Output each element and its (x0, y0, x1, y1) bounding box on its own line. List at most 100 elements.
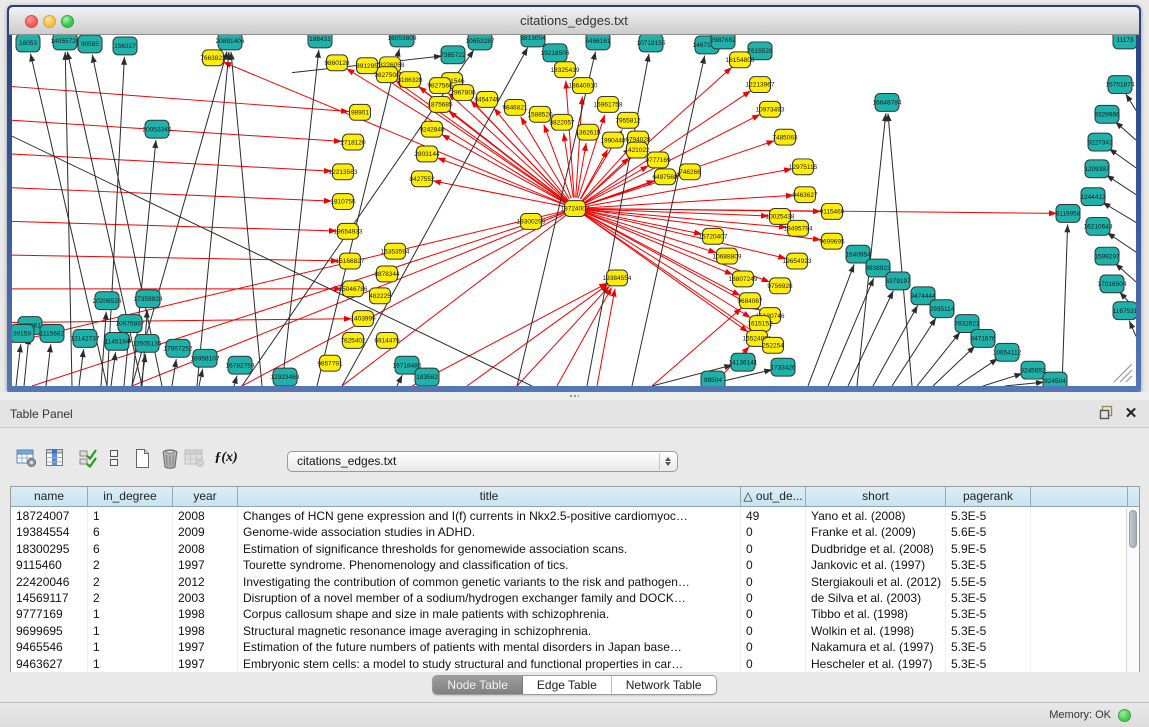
column-header-in_degree[interactable]: in_degree (88, 487, 173, 507)
citation-edge-red[interactable] (442, 135, 566, 204)
cell-in_degree: 1 (88, 606, 173, 622)
network-table-select[interactable]: citations_edges.txt (287, 451, 678, 472)
splitter-grip-icon[interactable] (569, 394, 579, 398)
tab-edge-table[interactable]: Edge Table (523, 676, 612, 694)
table-row[interactable]: 2242004622012Investigating the contribut… (11, 574, 1126, 590)
scrollbar-thumb[interactable] (1129, 510, 1137, 548)
graph-node-label: 18807249 (729, 276, 758, 283)
cell-out_de...: 49 (741, 508, 806, 524)
graph-node-label: 9827568 (427, 83, 453, 90)
table-settings-icon[interactable] (14, 446, 38, 470)
citation-edge-red[interactable] (12, 188, 332, 201)
panel-splitter[interactable] (0, 392, 1149, 400)
citation-edge-red[interactable] (12, 319, 352, 323)
column-header-title[interactable]: title (238, 487, 741, 507)
citation-edge-red[interactable] (12, 120, 342, 141)
tab-node-table[interactable]: Node Table (433, 676, 523, 694)
table-row[interactable]: 969969511998Structural magnetic resonanc… (11, 623, 1126, 639)
column-header-short[interactable]: short (806, 487, 946, 507)
citation-edge-red[interactable] (12, 154, 332, 171)
citation-network-graph[interactable]: 1605314055724905851563272089140618843116… (12, 35, 1136, 386)
citation-edge-black[interactable] (282, 50, 319, 386)
table-row[interactable]: 1872400712008Changes of HCN gene express… (11, 508, 1126, 524)
citation-edge-red[interactable] (12, 87, 349, 112)
citation-edge-red[interactable] (585, 114, 760, 203)
citation-edge-black[interactable] (231, 52, 262, 386)
graph-node-label: 90585 (81, 41, 99, 48)
table-row[interactable]: 946554611997Estimation of the future num… (11, 639, 1126, 655)
graph-node-label: 9756928 (767, 283, 793, 290)
import-table-icon[interactable] (182, 446, 206, 470)
new-file-icon[interactable] (130, 446, 154, 470)
citation-edge-red[interactable] (566, 81, 574, 198)
cell-short: Hescheler et al. (1997) (806, 656, 946, 672)
citation-edge-black[interactable] (888, 113, 912, 386)
citation-edge-black[interactable] (828, 278, 874, 386)
table-row[interactable]: 1830029562008Estimation of significance … (11, 541, 1126, 557)
table-row[interactable]: 1456911722003Disruption of a novel membe… (11, 590, 1126, 606)
graph-node-label: 9474444 (910, 293, 936, 300)
citation-edge-black[interactable] (917, 332, 960, 386)
citation-edge-black[interactable] (1062, 224, 1068, 386)
column-header-name[interactable]: name (11, 487, 88, 507)
graph-node-label: 6379197 (885, 278, 911, 285)
memory-ok-indicator-icon[interactable] (1118, 709, 1131, 722)
tab-network-table[interactable]: Network Table (612, 676, 716, 694)
table-row[interactable]: 946362711997Embryonic stem cells: a mode… (11, 656, 1126, 672)
column-header-pagerank[interactable]: pagerank (946, 487, 1031, 507)
citation-edge-red[interactable] (12, 211, 564, 342)
cell-pagerank: 5.3E-5 (946, 606, 1031, 622)
network-window-titlebar[interactable]: citations_edges.txt (9, 7, 1139, 35)
table-tabs: Node TableEdge TableNetwork Table (432, 675, 716, 695)
graph-node-label: 2718120 (340, 139, 366, 146)
float-window-icon[interactable] (1097, 405, 1115, 423)
citation-edge-red[interactable] (583, 158, 629, 201)
select-rows-check-icon[interactable] (76, 446, 100, 470)
citation-edge-red[interactable] (585, 180, 654, 204)
citation-edge-black[interactable] (632, 56, 705, 386)
graph-node-label: 15720407 (699, 233, 728, 240)
cell-title: Estimation of the future numbers of pati… (238, 639, 741, 655)
row-height-icon[interactable] (102, 446, 126, 470)
graph-node-label: 1588520 (527, 112, 553, 119)
cell-in_degree: 6 (88, 541, 173, 557)
citation-edge-black[interactable] (892, 318, 936, 386)
graph-node-label: 7625402 (340, 338, 366, 345)
column-header-out_de...[interactable]: △ out_de... (741, 487, 806, 507)
cell-name: 18724007 (11, 508, 88, 524)
citation-edge-red[interactable] (517, 286, 610, 386)
cell-year: 2008 (173, 541, 238, 557)
network-canvas[interactable]: 1605314055724905851563272089140618843116… (12, 35, 1136, 386)
citation-edge-black[interactable] (12, 136, 532, 386)
delete-trash-icon[interactable] (158, 446, 182, 470)
cell-out_de...: 0 (741, 524, 806, 540)
citation-edge-red[interactable] (412, 283, 607, 386)
vertical-scrollbar[interactable] (1126, 508, 1139, 672)
function-builder-icon[interactable]: ƒ(x) (214, 446, 238, 470)
cell-pagerank: 5.6E-5 (946, 524, 1031, 540)
cell-year: 1997 (173, 639, 238, 655)
cell-pagerank: 5.3E-5 (946, 557, 1031, 573)
cell-in_degree: 1 (88, 656, 173, 672)
citation-edge-red[interactable] (557, 287, 612, 386)
citation-edge-red[interactable] (586, 195, 794, 208)
graph-node-label: 20053346 (143, 126, 172, 133)
citation-edge-black[interactable] (808, 264, 854, 386)
cell-title: Investigating the contribution of common… (238, 574, 741, 590)
table-row[interactable]: 977716911998Corpus callosum shape and si… (11, 606, 1126, 622)
graph-node-label: 6497568 (652, 174, 678, 181)
column-header-year[interactable]: year (173, 487, 238, 507)
close-panel-icon[interactable]: ✕ (1122, 405, 1140, 423)
citation-edge-black[interactable] (933, 346, 975, 386)
table-row[interactable]: 1938455462009Genome-wide association stu… (11, 524, 1126, 540)
citation-edge-red[interactable] (12, 255, 339, 261)
citation-edge-black[interactable] (848, 291, 893, 386)
citation-edge-red[interactable] (597, 289, 615, 386)
column-header-filler[interactable] (1031, 487, 1128, 507)
table-row[interactable]: 911546021997Tourette syndrome. Phenomeno… (11, 557, 1126, 573)
citation-edge-red[interactable] (12, 221, 337, 231)
memory-status-label: Memory: OK (1049, 703, 1111, 727)
citation-edge-black[interactable] (101, 312, 106, 386)
edge-arrowhead-icon (437, 158, 446, 164)
select-columns-icon[interactable] (43, 446, 67, 470)
